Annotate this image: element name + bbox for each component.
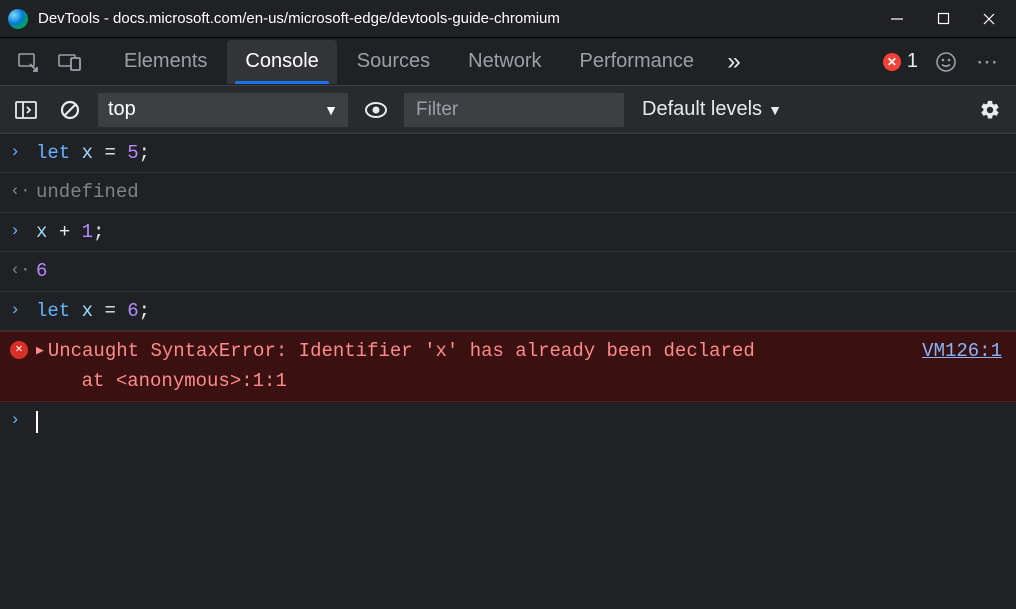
live-expression-icon[interactable] bbox=[360, 94, 392, 126]
context-value: top bbox=[108, 98, 136, 121]
tab-sources[interactable]: Sources bbox=[339, 40, 448, 84]
error-message: ▶Uncaught SyntaxError: Identifier 'x' ha… bbox=[36, 336, 902, 397]
console-settings-icon[interactable] bbox=[974, 94, 1006, 126]
tab-elements[interactable]: Elements bbox=[106, 40, 225, 84]
close-button[interactable] bbox=[966, 3, 1012, 35]
console-row: › bbox=[0, 402, 1016, 440]
console-result: 6 bbox=[36, 256, 1002, 286]
titlebar: DevTools - docs.microsoft.com/en-us/micr… bbox=[0, 0, 1016, 38]
prompt-chevron-icon: › bbox=[10, 406, 36, 434]
more-options-icon[interactable]: ⋯ bbox=[968, 42, 1008, 82]
more-tabs-icon[interactable]: » bbox=[714, 42, 754, 82]
tab-console[interactable]: Console bbox=[227, 40, 336, 84]
input-chevron-icon: › bbox=[10, 138, 36, 166]
device-toolbar-icon[interactable] bbox=[50, 42, 90, 82]
error-count: 1 bbox=[907, 50, 918, 73]
input-chevron-icon: › bbox=[10, 217, 36, 245]
console-output: ›let x = 5;‹·undefined›x + 1;‹·6›let x =… bbox=[0, 134, 1016, 440]
filter-input[interactable] bbox=[404, 93, 624, 127]
console-row: ›let x = 6; bbox=[0, 292, 1016, 331]
error-row-icon: ✕ bbox=[10, 336, 36, 359]
error-icon: ✕ bbox=[883, 53, 901, 71]
console-row: ✕▶Uncaught SyntaxError: Identifier 'x' h… bbox=[0, 331, 1016, 402]
error-source-link[interactable]: VM126:1 bbox=[922, 336, 1002, 397]
context-selector[interactable]: top ▼ bbox=[98, 93, 348, 127]
dropdown-icon: ▼ bbox=[324, 102, 338, 118]
toggle-sidebar-icon[interactable] bbox=[10, 94, 42, 126]
tabstrip: Elements Console Sources Network Perform… bbox=[0, 38, 1016, 86]
dropdown-icon: ▼ bbox=[768, 102, 782, 118]
console-row: ‹·6 bbox=[0, 252, 1016, 291]
inspect-element-icon[interactable] bbox=[8, 42, 48, 82]
console-row: ‹·undefined bbox=[0, 173, 1016, 212]
tab-performance[interactable]: Performance bbox=[562, 40, 713, 84]
console-input-code: let x = 6; bbox=[36, 296, 1002, 326]
feedback-icon[interactable] bbox=[926, 42, 966, 82]
minimize-button[interactable] bbox=[874, 3, 920, 35]
output-chevron-icon: ‹· bbox=[10, 177, 36, 205]
tab-network[interactable]: Network bbox=[450, 40, 559, 84]
edge-icon bbox=[8, 9, 28, 29]
window-title: DevTools - docs.microsoft.com/en-us/micr… bbox=[38, 10, 874, 27]
console-row: ›let x = 5; bbox=[0, 134, 1016, 173]
error-badge[interactable]: ✕ 1 bbox=[877, 50, 924, 73]
input-chevron-icon: › bbox=[10, 296, 36, 324]
expand-error-icon[interactable]: ▶ bbox=[36, 341, 44, 362]
clear-console-icon[interactable] bbox=[54, 94, 86, 126]
console-result: undefined bbox=[36, 177, 1002, 207]
maximize-button[interactable] bbox=[920, 3, 966, 35]
console-input-code: let x = 5; bbox=[36, 138, 1002, 168]
console-row: ›x + 1; bbox=[0, 213, 1016, 252]
output-chevron-icon: ‹· bbox=[10, 256, 36, 284]
console-input-code: x + 1; bbox=[36, 217, 1002, 247]
log-levels-selector[interactable]: Default levels ▼ bbox=[636, 98, 788, 121]
console-prompt[interactable] bbox=[36, 406, 1002, 436]
log-levels-label: Default levels bbox=[642, 98, 762, 121]
console-toolbar: top ▼ Default levels ▼ bbox=[0, 86, 1016, 134]
